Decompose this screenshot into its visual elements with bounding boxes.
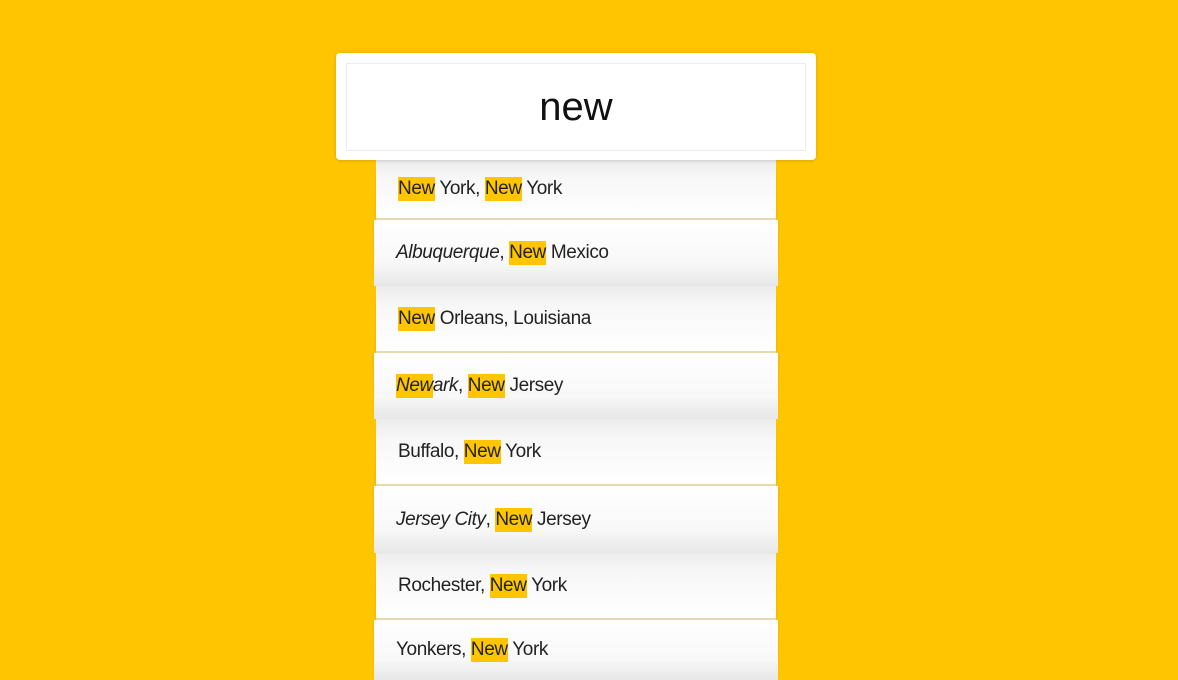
suggestion-item[interactable]: Yonkers, New York [374,620,778,680]
suggestion-label: New Orleans, Louisiana [398,307,591,331]
suggestion-item[interactable]: Rochester, New York [376,553,776,620]
suggestion-text: Rochester, [398,574,490,596]
suggestion-item[interactable]: New Orleans, Louisiana [376,286,776,353]
suggestion-text: Orleans, Louisiana [434,307,591,329]
suggestion-text: Jersey [504,375,564,396]
suggestion-text: Buffalo, [398,440,464,462]
suggestion-label: Rochester, New York [398,574,567,598]
suggestion-text: ark [432,375,459,396]
suggestion-text: York [500,440,541,462]
suggestion-text: York [521,178,562,199]
match-highlight: New [489,574,527,596]
suggestion-label: Yonkers, New York [396,638,548,662]
match-highlight: New [463,440,501,462]
suggestion-text: Mexico [545,242,609,263]
suggestion-text: York, [434,178,485,199]
match-highlight: New [470,639,508,660]
match-highlight: New [484,178,522,199]
suggestion-item[interactable]: Jersey City, New Jersey [374,486,778,553]
suggestion-text: , [458,375,468,396]
search-input[interactable] [346,63,806,151]
suggestion-text: Yonkers, [396,639,471,660]
suggestion-text: Albuquerque [396,242,500,263]
suggestion-text: , [499,242,510,263]
match-highlight: New [509,242,546,263]
suggestion-label: New York, New York [398,177,562,201]
suggestion-label: Buffalo, New York [398,440,541,464]
suggestion-label: Albuquerque, New Mexico [396,241,609,265]
suggestion-item[interactable]: New York, New York [376,160,776,220]
match-highlight: New [396,375,433,396]
match-highlight: New [467,375,505,396]
match-highlight: New [398,307,435,329]
match-highlight: New [495,508,533,530]
suggestion-item[interactable]: Albuquerque, New Mexico [374,220,778,286]
suggestion-item[interactable]: Newark, New Jersey [374,353,778,419]
suggestion-text: York [526,574,567,596]
suggestion-text: , [485,508,496,530]
suggestion-text: York [507,639,548,660]
suggestion-label: Jersey City, New Jersey [396,508,591,532]
suggestion-item[interactable]: Buffalo, New York [376,419,776,486]
suggestion-text: Jersey [532,508,591,530]
match-highlight: New [398,178,435,199]
suggestion-text: Jersey City [396,508,486,530]
search-form [336,53,816,160]
suggestion-label: Newark, New Jersey [396,374,563,398]
